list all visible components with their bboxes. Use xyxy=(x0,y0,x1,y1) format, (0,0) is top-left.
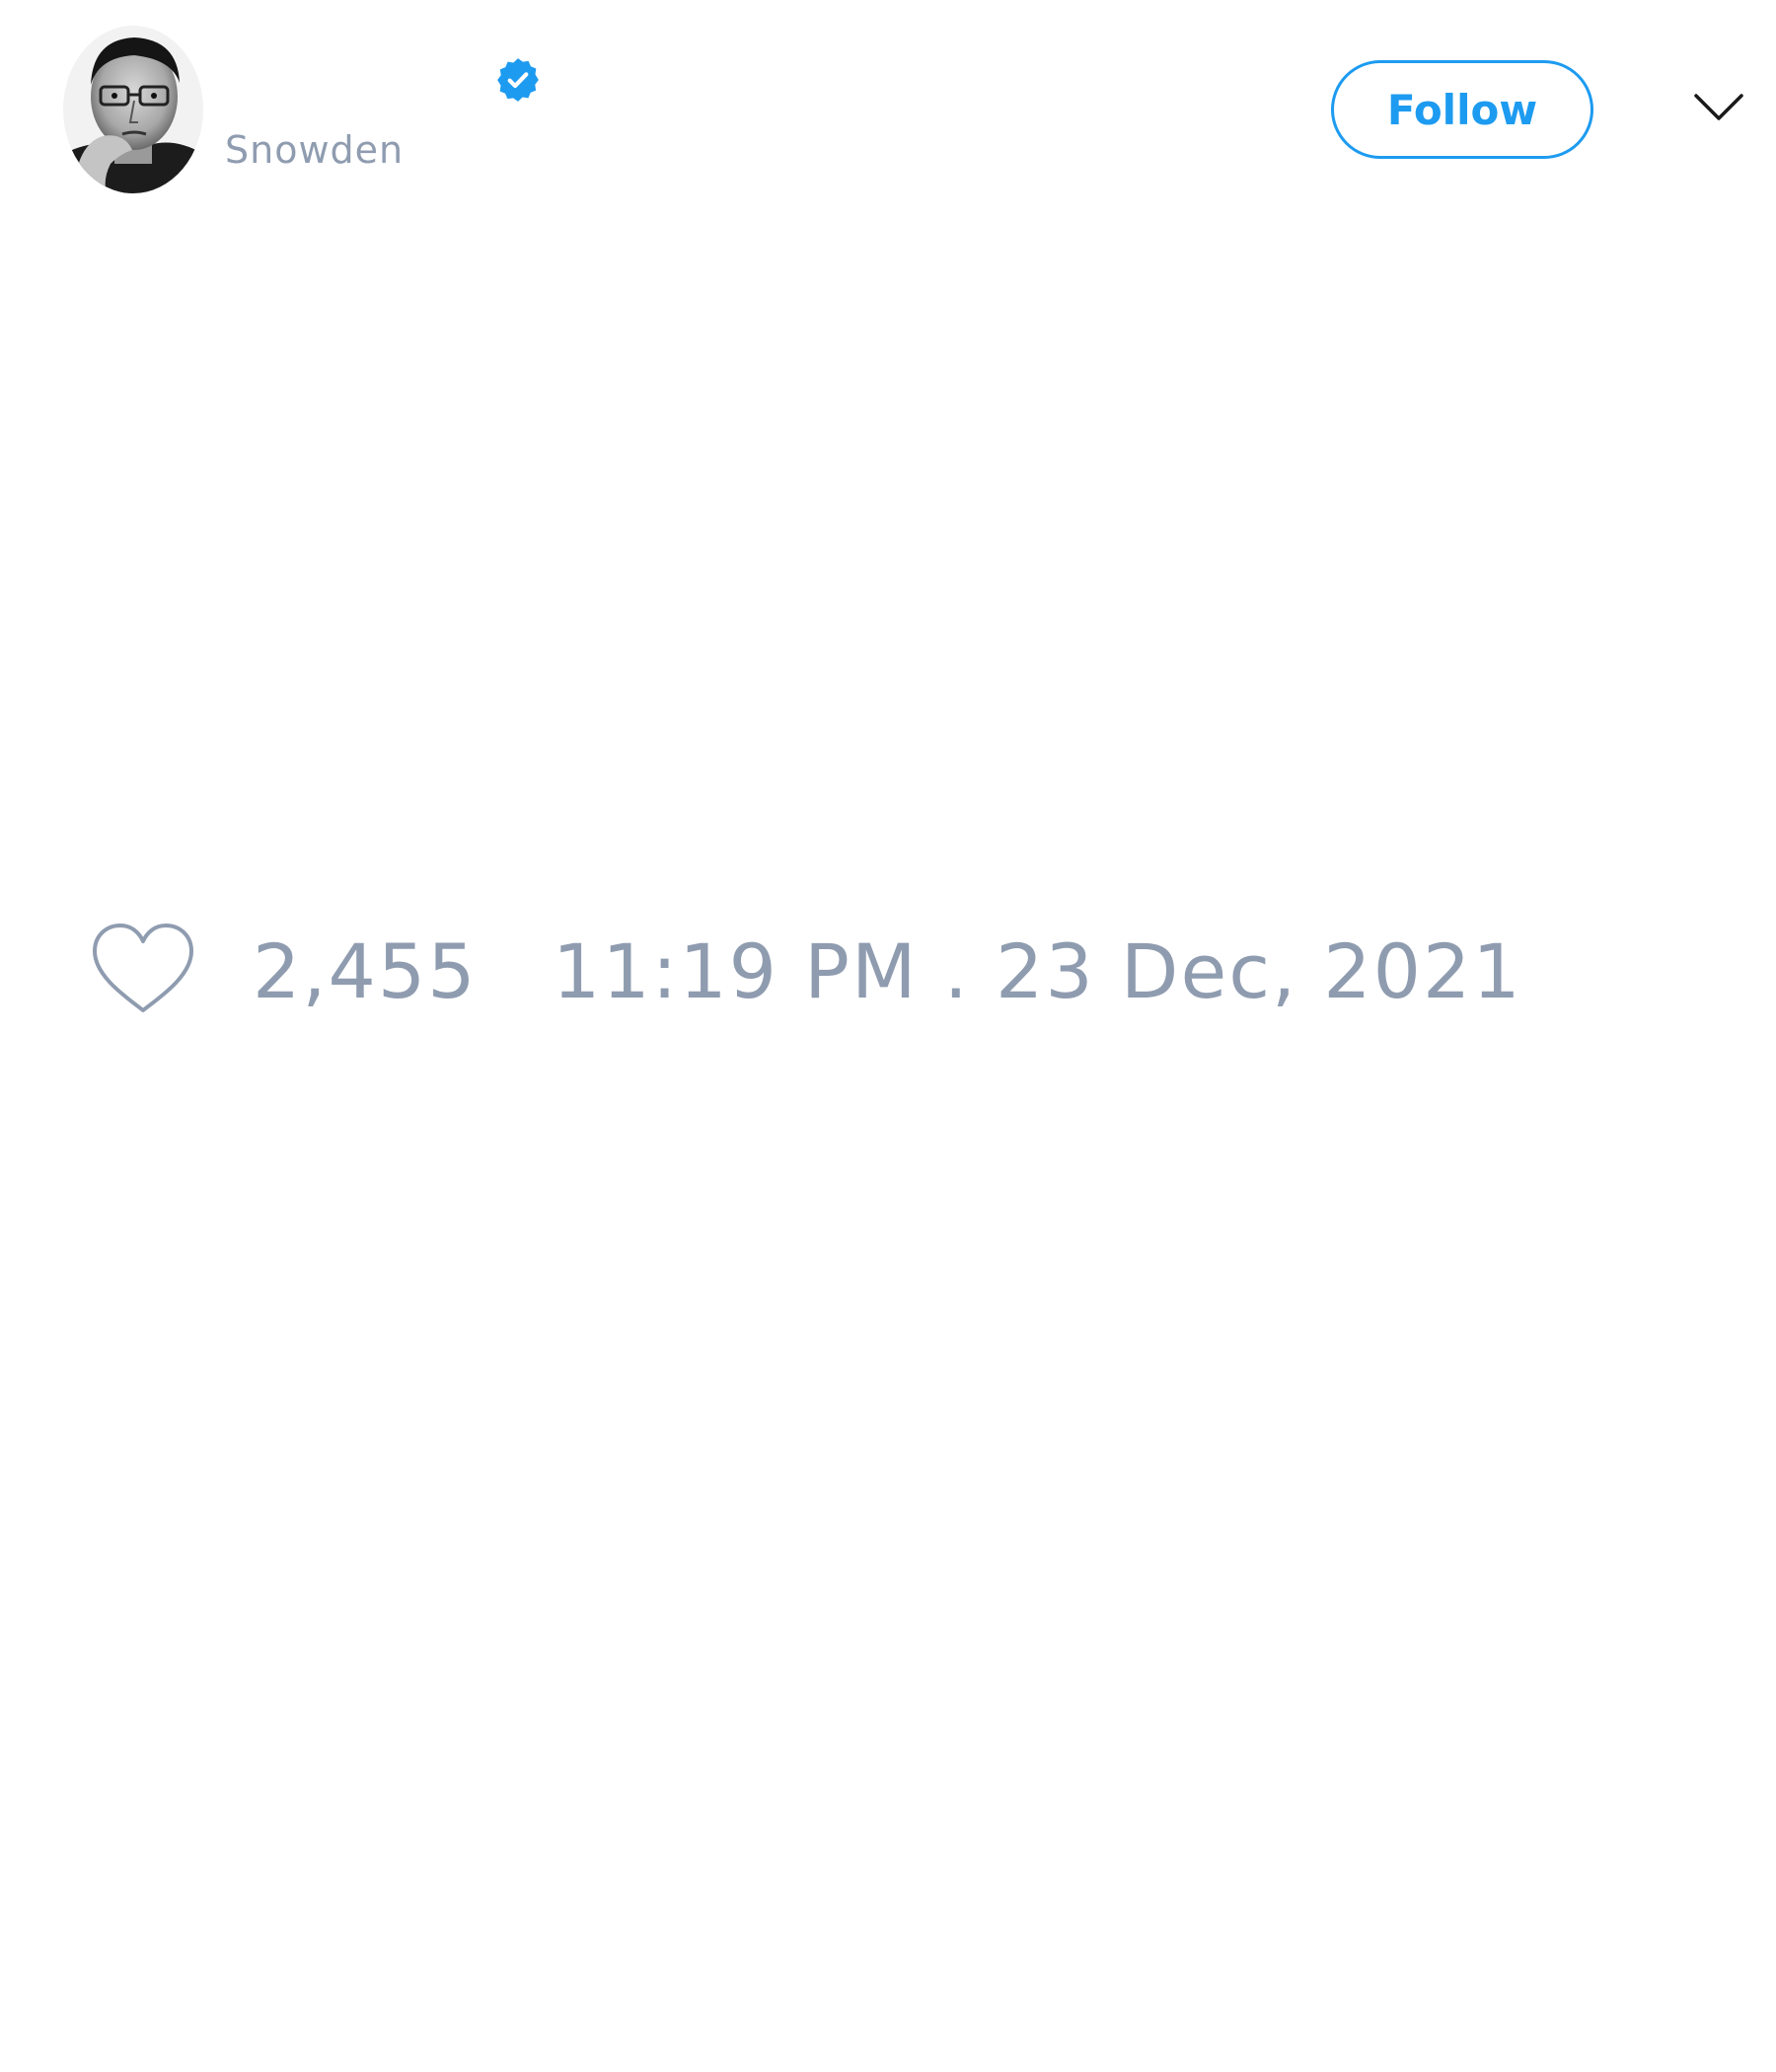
like-count: 2,455 xyxy=(253,927,478,1015)
chevron-down-icon[interactable] xyxy=(1693,91,1744,124)
author-handle[interactable]: Snowden xyxy=(225,128,404,172)
heart-outline-icon[interactable] xyxy=(89,920,197,1018)
verified-badge-icon xyxy=(497,58,539,102)
tweet-meta: 2,455 11:19 PM . 23 Dec, 2021 xyxy=(0,908,1776,1026)
follow-button[interactable]: Follow xyxy=(1331,60,1593,159)
avatar[interactable] xyxy=(63,26,203,193)
avatar-portrait-image xyxy=(63,26,203,193)
tweet-timestamp[interactable]: 11:19 PM . 23 Dec, 2021 xyxy=(553,927,1522,1015)
tweet-header: Snowden Follow xyxy=(0,0,1776,217)
